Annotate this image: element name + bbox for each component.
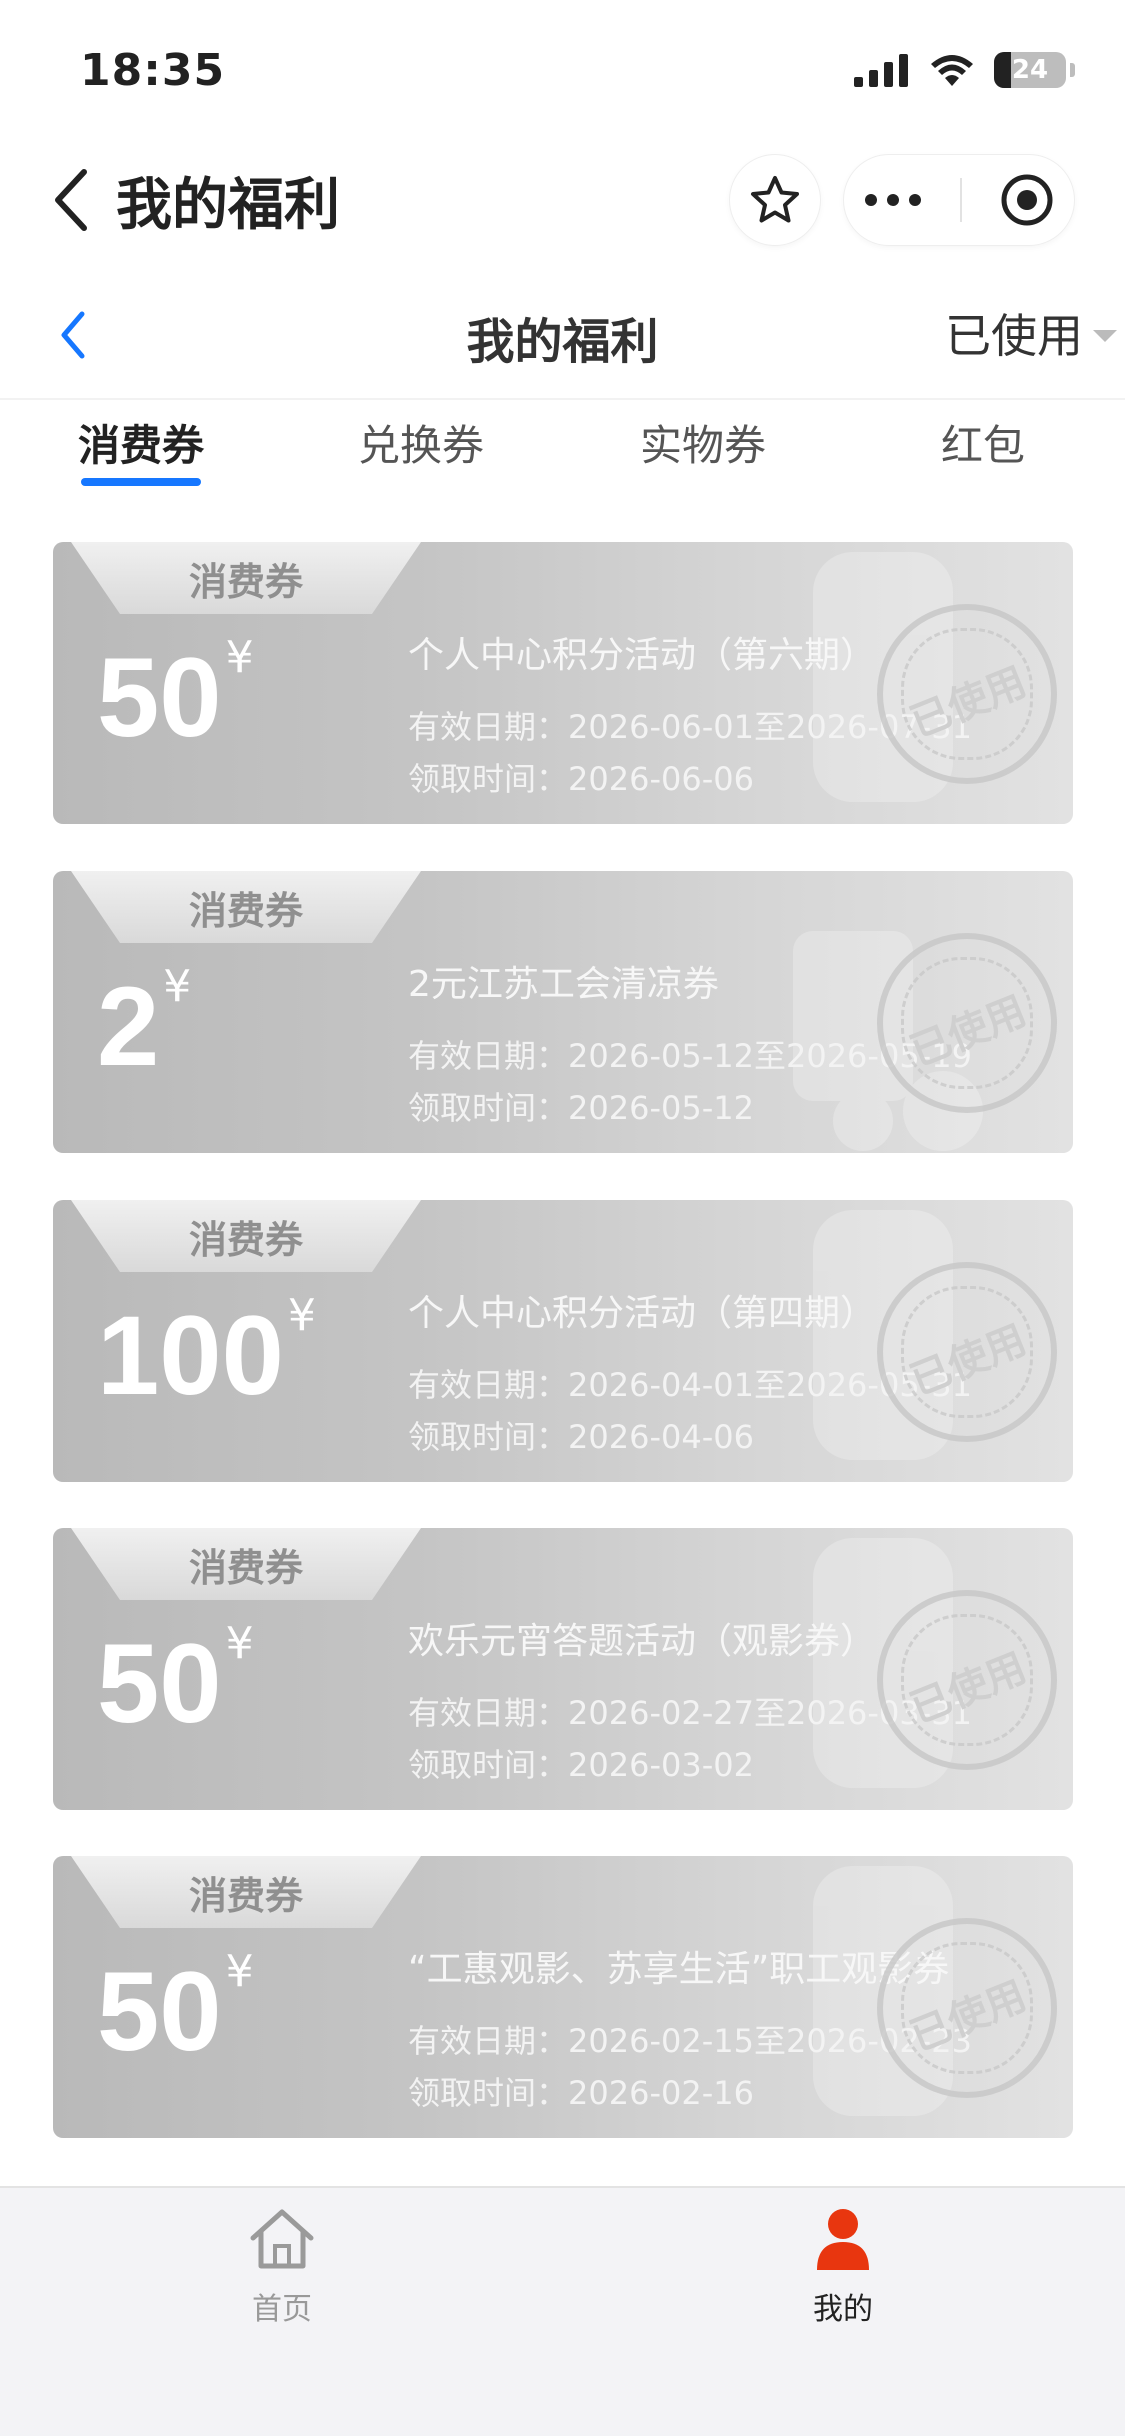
- coupon-received-time: 领取时间：2026-04-06: [408, 1418, 754, 1456]
- tab-mine[interactable]: 我的: [763, 2206, 923, 2328]
- signal-icon: [854, 54, 908, 87]
- coupon-type-tag: 消费券: [71, 1856, 421, 1928]
- currency-symbol: ¥: [287, 1290, 316, 1341]
- status-bar: 18:35 24: [0, 0, 1125, 140]
- coupon-card[interactable]: 消费券 100 ¥ 个人中心积分活动（第四期） 有效日期：2026-04-01至…: [53, 1200, 1073, 1482]
- coupon-amount-value: 100: [97, 1293, 284, 1418]
- coupon-amount-value: 50: [97, 1949, 222, 2074]
- status-filter-dropdown[interactable]: 已使用: [945, 300, 1117, 366]
- wifi-icon: [931, 55, 973, 86]
- coupon-card[interactable]: 消费券 50 ¥ 欢乐元宵答题活动（观影券） 有效日期：2026-02-27至2…: [53, 1528, 1073, 1810]
- capsule-menu: [843, 154, 1075, 246]
- coupon-type-tag: 消费券: [71, 1200, 421, 1272]
- coupon-type-tag: 消费券: [71, 542, 421, 614]
- bottom-tab-bar: 首页 我的: [0, 2186, 1125, 2436]
- coupon-name: 欢乐元宵答题活动（观影券）: [408, 1621, 877, 1662]
- used-stamp: 已使用: [877, 604, 1057, 784]
- coupon-card[interactable]: 消费券 50 ¥ 个人中心积分活动（第六期） 有效日期：2026-06-01至2…: [53, 542, 1073, 824]
- coupon-amount-value: 50: [97, 1621, 222, 1746]
- coupon-name: “工惠观影、苏享生活”职工观影券: [408, 1949, 950, 1990]
- coupon-amount-value: 2: [97, 964, 160, 1089]
- user-icon: [817, 2209, 869, 2270]
- coupon-received-time: 领取时间：2026-05-12: [408, 1089, 754, 1127]
- currency-symbol: ¥: [225, 1946, 254, 1997]
- used-stamp: 已使用: [877, 1262, 1057, 1442]
- currency-symbol: ¥: [163, 961, 192, 1012]
- coupon-received-time: 领取时间：2026-06-06: [408, 760, 754, 798]
- tab-consumption-coupon[interactable]: 消费券: [78, 412, 204, 473]
- star-icon: [751, 176, 799, 223]
- chevron-left-icon: [55, 169, 87, 231]
- home-icon: [250, 2209, 314, 2269]
- status-icons: 24: [854, 52, 1075, 88]
- status-filter-value: 已使用: [945, 309, 1083, 363]
- coupon-received-time: 领取时间：2026-02-16: [408, 2074, 754, 2112]
- used-stamp: 已使用: [877, 1918, 1057, 2098]
- tab-home[interactable]: 首页: [202, 2206, 362, 2328]
- coupon-name: 2元江苏工会清凉券: [408, 964, 719, 1005]
- capsule-divider: [959, 178, 962, 222]
- coupon-amount-value: 50: [97, 635, 222, 760]
- mini-program-nav: 我的福利: [0, 140, 1125, 260]
- coupon-amount: 2 ¥: [97, 961, 191, 1089]
- close-circle-icon[interactable]: [999, 172, 1055, 228]
- battery-tip: [1070, 63, 1075, 77]
- coupon-amount: 50 ¥: [97, 1946, 254, 2074]
- coupon-type-tag: 消费券: [71, 871, 421, 943]
- coupon-card[interactable]: 消费券 50 ¥ “工惠观影、苏享生活”职工观影券 有效日期：2026-02-1…: [53, 1856, 1073, 2138]
- mini-program-title: 我的福利: [116, 172, 340, 238]
- back-button[interactable]: [50, 160, 100, 240]
- status-time: 18:35: [80, 44, 226, 96]
- page-header: 我的福利 已使用: [0, 270, 1125, 400]
- coupon-type-tag: 消费券: [71, 1528, 421, 1600]
- tab-exchange-coupon[interactable]: 兑换券: [358, 412, 484, 473]
- coupon-card[interactable]: 消费券 2 ¥ 2元江苏工会清凉券 有效日期：2026-05-12至2026-0…: [53, 871, 1073, 1153]
- chevron-down-icon: [1093, 330, 1117, 342]
- used-stamp: 已使用: [877, 933, 1057, 1113]
- coupon-name: 个人中心积分活动（第六期）: [408, 635, 877, 676]
- coupon-amount: 50 ¥: [97, 632, 254, 760]
- active-tab-indicator: [81, 478, 201, 486]
- favorite-button[interactable]: [729, 154, 821, 246]
- more-icon[interactable]: [863, 192, 923, 208]
- coupon-name: 个人中心积分活动（第四期）: [408, 1293, 877, 1334]
- tab-red-packet[interactable]: 红包: [940, 412, 1026, 473]
- currency-symbol: ¥: [225, 632, 254, 683]
- coupon-type-tabs: 消费券 兑换券 实物券 红包: [0, 400, 1125, 510]
- currency-symbol: ¥: [225, 1618, 254, 1669]
- coupon-received-time: 领取时间：2026-03-02: [408, 1746, 754, 1784]
- tab-home-label: 首页: [252, 2292, 312, 2327]
- battery-icon: 24: [994, 52, 1066, 88]
- coupon-amount: 50 ¥: [97, 1618, 254, 1746]
- tab-physical-coupon[interactable]: 实物券: [640, 412, 766, 473]
- used-stamp: 已使用: [877, 1590, 1057, 1770]
- battery-level: 24: [1011, 55, 1049, 85]
- coupon-amount: 100 ¥: [97, 1290, 316, 1418]
- tab-mine-label: 我的: [813, 2292, 873, 2327]
